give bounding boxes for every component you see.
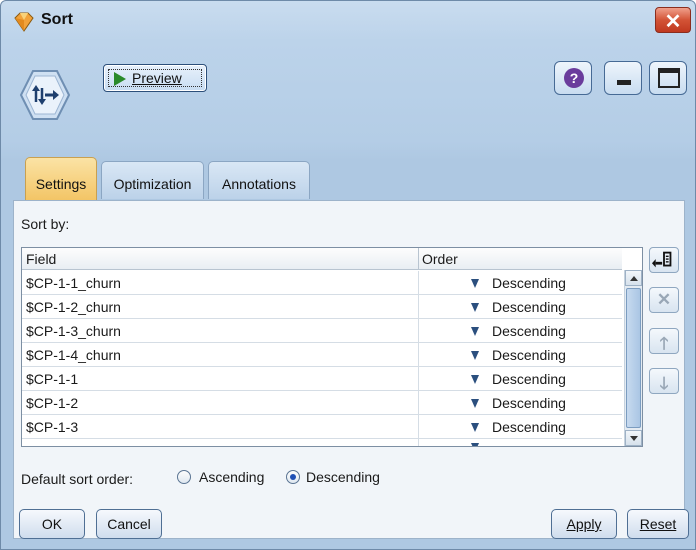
- field-cell: $CP-1-2: [26, 395, 79, 411]
- tab-settings[interactable]: Settings: [25, 157, 97, 200]
- table-row[interactable]: $CP-1-2_churn Descending: [22, 295, 622, 319]
- diamond-node-icon: [14, 12, 34, 32]
- maximize-icon: [658, 68, 680, 88]
- help-icon: ?: [564, 68, 584, 88]
- order-cell[interactable]: Descending: [492, 395, 566, 411]
- scroll-up-arrow-icon[interactable]: [625, 270, 642, 286]
- minimize-button[interactable]: [604, 61, 642, 95]
- arrow-down-icon: 🡓: [659, 374, 669, 393]
- ok-button[interactable]: OK: [19, 509, 85, 539]
- default-sort-order-label: Default sort order:: [21, 471, 134, 487]
- descending-radio-label[interactable]: Descending: [306, 469, 380, 485]
- table-row[interactable]: $CP-1-2 Descending: [22, 391, 622, 415]
- help-button[interactable]: ?: [554, 61, 592, 95]
- tab-optimization[interactable]: Optimization: [101, 161, 204, 199]
- pick-fields-icon: [652, 251, 672, 268]
- move-down-button[interactable]: 🡓: [649, 368, 679, 394]
- order-dropdown-icon[interactable]: [471, 443, 479, 446]
- ascending-radio[interactable]: [177, 470, 191, 484]
- preview-button[interactable]: Preview: [103, 64, 207, 92]
- title-bar[interactable]: Sort ✕: [1, 1, 695, 43]
- apply-label: Apply: [566, 516, 602, 532]
- table-row-partial[interactable]: [22, 439, 622, 446]
- pick-fields-button[interactable]: [649, 247, 679, 273]
- order-dropdown-icon[interactable]: [471, 375, 479, 384]
- reset-button[interactable]: Reset: [627, 509, 689, 539]
- delete-button[interactable]: ✕: [649, 287, 679, 313]
- reset-label: Reset: [639, 516, 677, 532]
- cell-divider: [418, 439, 419, 446]
- order-dropdown-icon[interactable]: [471, 399, 479, 408]
- window-title: Sort: [41, 11, 73, 28]
- sort-by-label: Sort by:: [21, 216, 70, 232]
- order-dropdown-icon[interactable]: [471, 303, 479, 312]
- move-up-button[interactable]: 🡑: [649, 328, 679, 354]
- scroll-down-arrow-icon[interactable]: [625, 430, 642, 446]
- table-header: Field Order: [22, 248, 622, 270]
- maximize-button[interactable]: [649, 61, 687, 95]
- field-cell: $CP-1-1_churn: [26, 275, 121, 291]
- tab-annotations[interactable]: Annotations: [208, 161, 310, 199]
- order-cell[interactable]: Descending: [492, 419, 566, 435]
- field-cell: $CP-1-3: [26, 419, 79, 435]
- vertical-scrollbar[interactable]: [624, 270, 642, 446]
- minimize-icon: [617, 80, 631, 85]
- table-row[interactable]: $CP-1-1_churn Descending: [22, 271, 622, 295]
- order-cell[interactable]: Descending: [492, 299, 566, 315]
- column-header-order[interactable]: Order: [422, 251, 458, 267]
- field-cell: $CP-1-4_churn: [26, 347, 121, 363]
- cancel-button[interactable]: Cancel: [96, 509, 162, 539]
- preview-label: Preview: [132, 70, 182, 86]
- close-icon: ✕: [664, 11, 682, 33]
- field-cell: $CP-1-2_churn: [26, 299, 121, 315]
- sort-fields-table[interactable]: Field Order $CP-1-1_churn Descending $CP…: [21, 247, 643, 447]
- play-icon: [114, 72, 126, 86]
- order-cell[interactable]: Descending: [492, 323, 566, 339]
- order-dropdown-icon[interactable]: [471, 351, 479, 360]
- table-row[interactable]: $CP-1-3 Descending: [22, 415, 622, 439]
- cell-divider: [418, 319, 419, 343]
- order-cell[interactable]: Descending: [492, 371, 566, 387]
- order-cell[interactable]: Descending: [492, 347, 566, 363]
- delete-icon: ✕: [656, 290, 672, 309]
- sort-dialog: Sort ✕ Preview ? Settings Optimization A…: [0, 0, 696, 550]
- order-dropdown-icon[interactable]: [471, 279, 479, 288]
- order-dropdown-icon[interactable]: [471, 327, 479, 336]
- column-divider[interactable]: [418, 248, 419, 270]
- close-button[interactable]: ✕: [655, 7, 691, 33]
- cell-divider: [418, 343, 419, 367]
- field-cell: $CP-1-1: [26, 371, 79, 387]
- apply-button[interactable]: Apply: [551, 509, 617, 539]
- table-row[interactable]: $CP-1-4_churn Descending: [22, 343, 622, 367]
- table-row[interactable]: $CP-1-3_churn Descending: [22, 319, 622, 343]
- descending-radio[interactable]: [286, 470, 300, 484]
- cell-divider: [418, 391, 419, 415]
- column-header-field[interactable]: Field: [26, 251, 56, 267]
- sort-node-icon: [19, 70, 71, 120]
- scrollbar-thumb[interactable]: [626, 288, 641, 428]
- field-cell: $CP-1-3_churn: [26, 323, 121, 339]
- order-dropdown-icon[interactable]: [471, 423, 479, 432]
- ascending-radio-label[interactable]: Ascending: [199, 469, 264, 485]
- order-cell[interactable]: Descending: [492, 275, 566, 291]
- cell-divider: [418, 271, 419, 295]
- cell-divider: [418, 415, 419, 439]
- table-row[interactable]: $CP-1-1 Descending: [22, 367, 622, 391]
- arrow-up-icon: 🡑: [659, 334, 669, 353]
- cell-divider: [418, 295, 419, 319]
- cell-divider: [418, 367, 419, 391]
